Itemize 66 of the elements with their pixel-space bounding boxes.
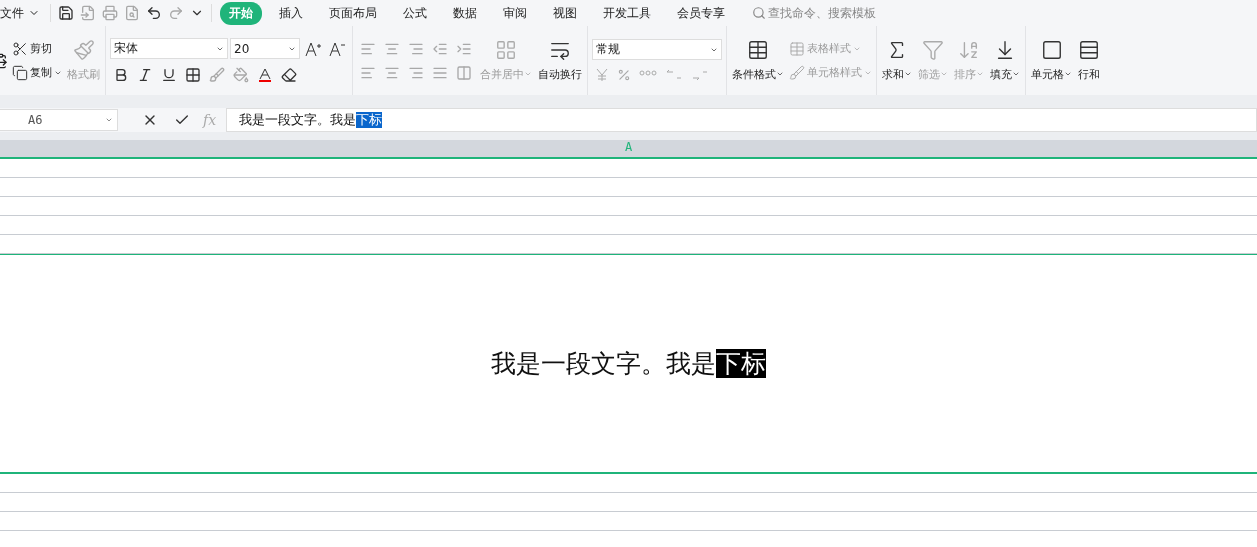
fill-color-icon[interactable] (233, 67, 249, 83)
paintbrush-icon (72, 39, 95, 61)
ribbon-tab[interactable]: 开发工具 (594, 1, 660, 25)
scissors-icon (12, 40, 28, 57)
cell-text: 我是一段文字。我是下标 (491, 348, 766, 380)
font-grow-icon[interactable] (305, 40, 321, 57)
ribbon-button[interactable]: 行和 (1077, 39, 1101, 82)
spreadsheet-cell[interactable]: 我是一段文字。我是下标 (0, 254, 1257, 474)
print-icon[interactable] (102, 5, 118, 21)
ribbon-tab[interactable]: 数据 (444, 1, 486, 25)
caret-icon (940, 70, 948, 78)
rows-icon (1078, 39, 1100, 61)
eraser-icon[interactable] (281, 67, 297, 83)
cut-button[interactable]: 剪切 (12, 40, 62, 57)
font-shrink-icon[interactable] (329, 40, 345, 57)
decimal-icon[interactable] (665, 68, 683, 82)
name-box[interactable]: A6 (0, 109, 118, 131)
merge-icon (495, 39, 517, 61)
font-size-select[interactable]: 20 (230, 38, 300, 59)
currency-icon[interactable] (595, 68, 609, 82)
caret-icon (1012, 70, 1020, 78)
percent-icon[interactable] (617, 68, 631, 82)
ribbon-tab[interactable]: 插入 (270, 1, 312, 25)
ribbon-button[interactable]: 单元格 (1030, 39, 1073, 82)
ribbon-button[interactable]: 求和 (881, 39, 913, 82)
ribbon-tab[interactable]: 页面布局 (320, 1, 386, 25)
ribbon-tab[interactable]: 会员专享 (668, 1, 734, 25)
ribbon-tab[interactable]: 视图 (544, 1, 586, 25)
bold-icon[interactable] (113, 67, 129, 83)
conditional-format-button[interactable]: 条件格式 (731, 39, 785, 82)
copy-icon (12, 64, 28, 81)
save-icon[interactable] (58, 5, 74, 21)
font-select[interactable]: 宋体 (110, 38, 228, 59)
table-icon (789, 40, 805, 57)
filter-icon (922, 39, 944, 61)
caret-icon (524, 70, 532, 78)
number-format-select[interactable]: 常规 (592, 39, 722, 60)
brush-icon (789, 64, 805, 81)
caret-icon (1064, 70, 1072, 78)
search-icon (752, 6, 766, 20)
search-field[interactable]: 查找命令、搜索模板 (768, 4, 876, 22)
copy-button[interactable]: 复制 (12, 64, 62, 81)
align-icon[interactable] (456, 64, 472, 81)
font-color-icon[interactable] (257, 67, 273, 83)
ribbon-tab[interactable]: 审阅 (494, 1, 536, 25)
caret-icon (904, 70, 912, 78)
ribbon-button[interactable]: 填充 (989, 39, 1021, 82)
file-menu[interactable]: 文件 (0, 4, 24, 22)
redo-icon[interactable] (168, 5, 184, 21)
undo-icon[interactable] (146, 5, 162, 21)
caret-icon (105, 116, 113, 124)
border-icon[interactable] (185, 67, 201, 83)
square-icon (1040, 39, 1063, 61)
wrap-text-button[interactable]: 自动换行 (537, 39, 583, 82)
caret-icon (976, 70, 984, 78)
italic-icon[interactable] (137, 67, 153, 83)
ribbon-tab[interactable]: 公式 (394, 1, 436, 25)
brush-icon[interactable] (209, 67, 225, 83)
paste-button[interactable] (0, 52, 8, 69)
table-icon (747, 39, 769, 61)
underline-icon[interactable] (161, 67, 177, 83)
decimal-icon[interactable] (691, 68, 709, 82)
caret-icon (776, 70, 784, 78)
print-preview-icon[interactable] (124, 5, 140, 21)
export-icon[interactable] (80, 5, 96, 21)
sort-icon (958, 39, 980, 61)
